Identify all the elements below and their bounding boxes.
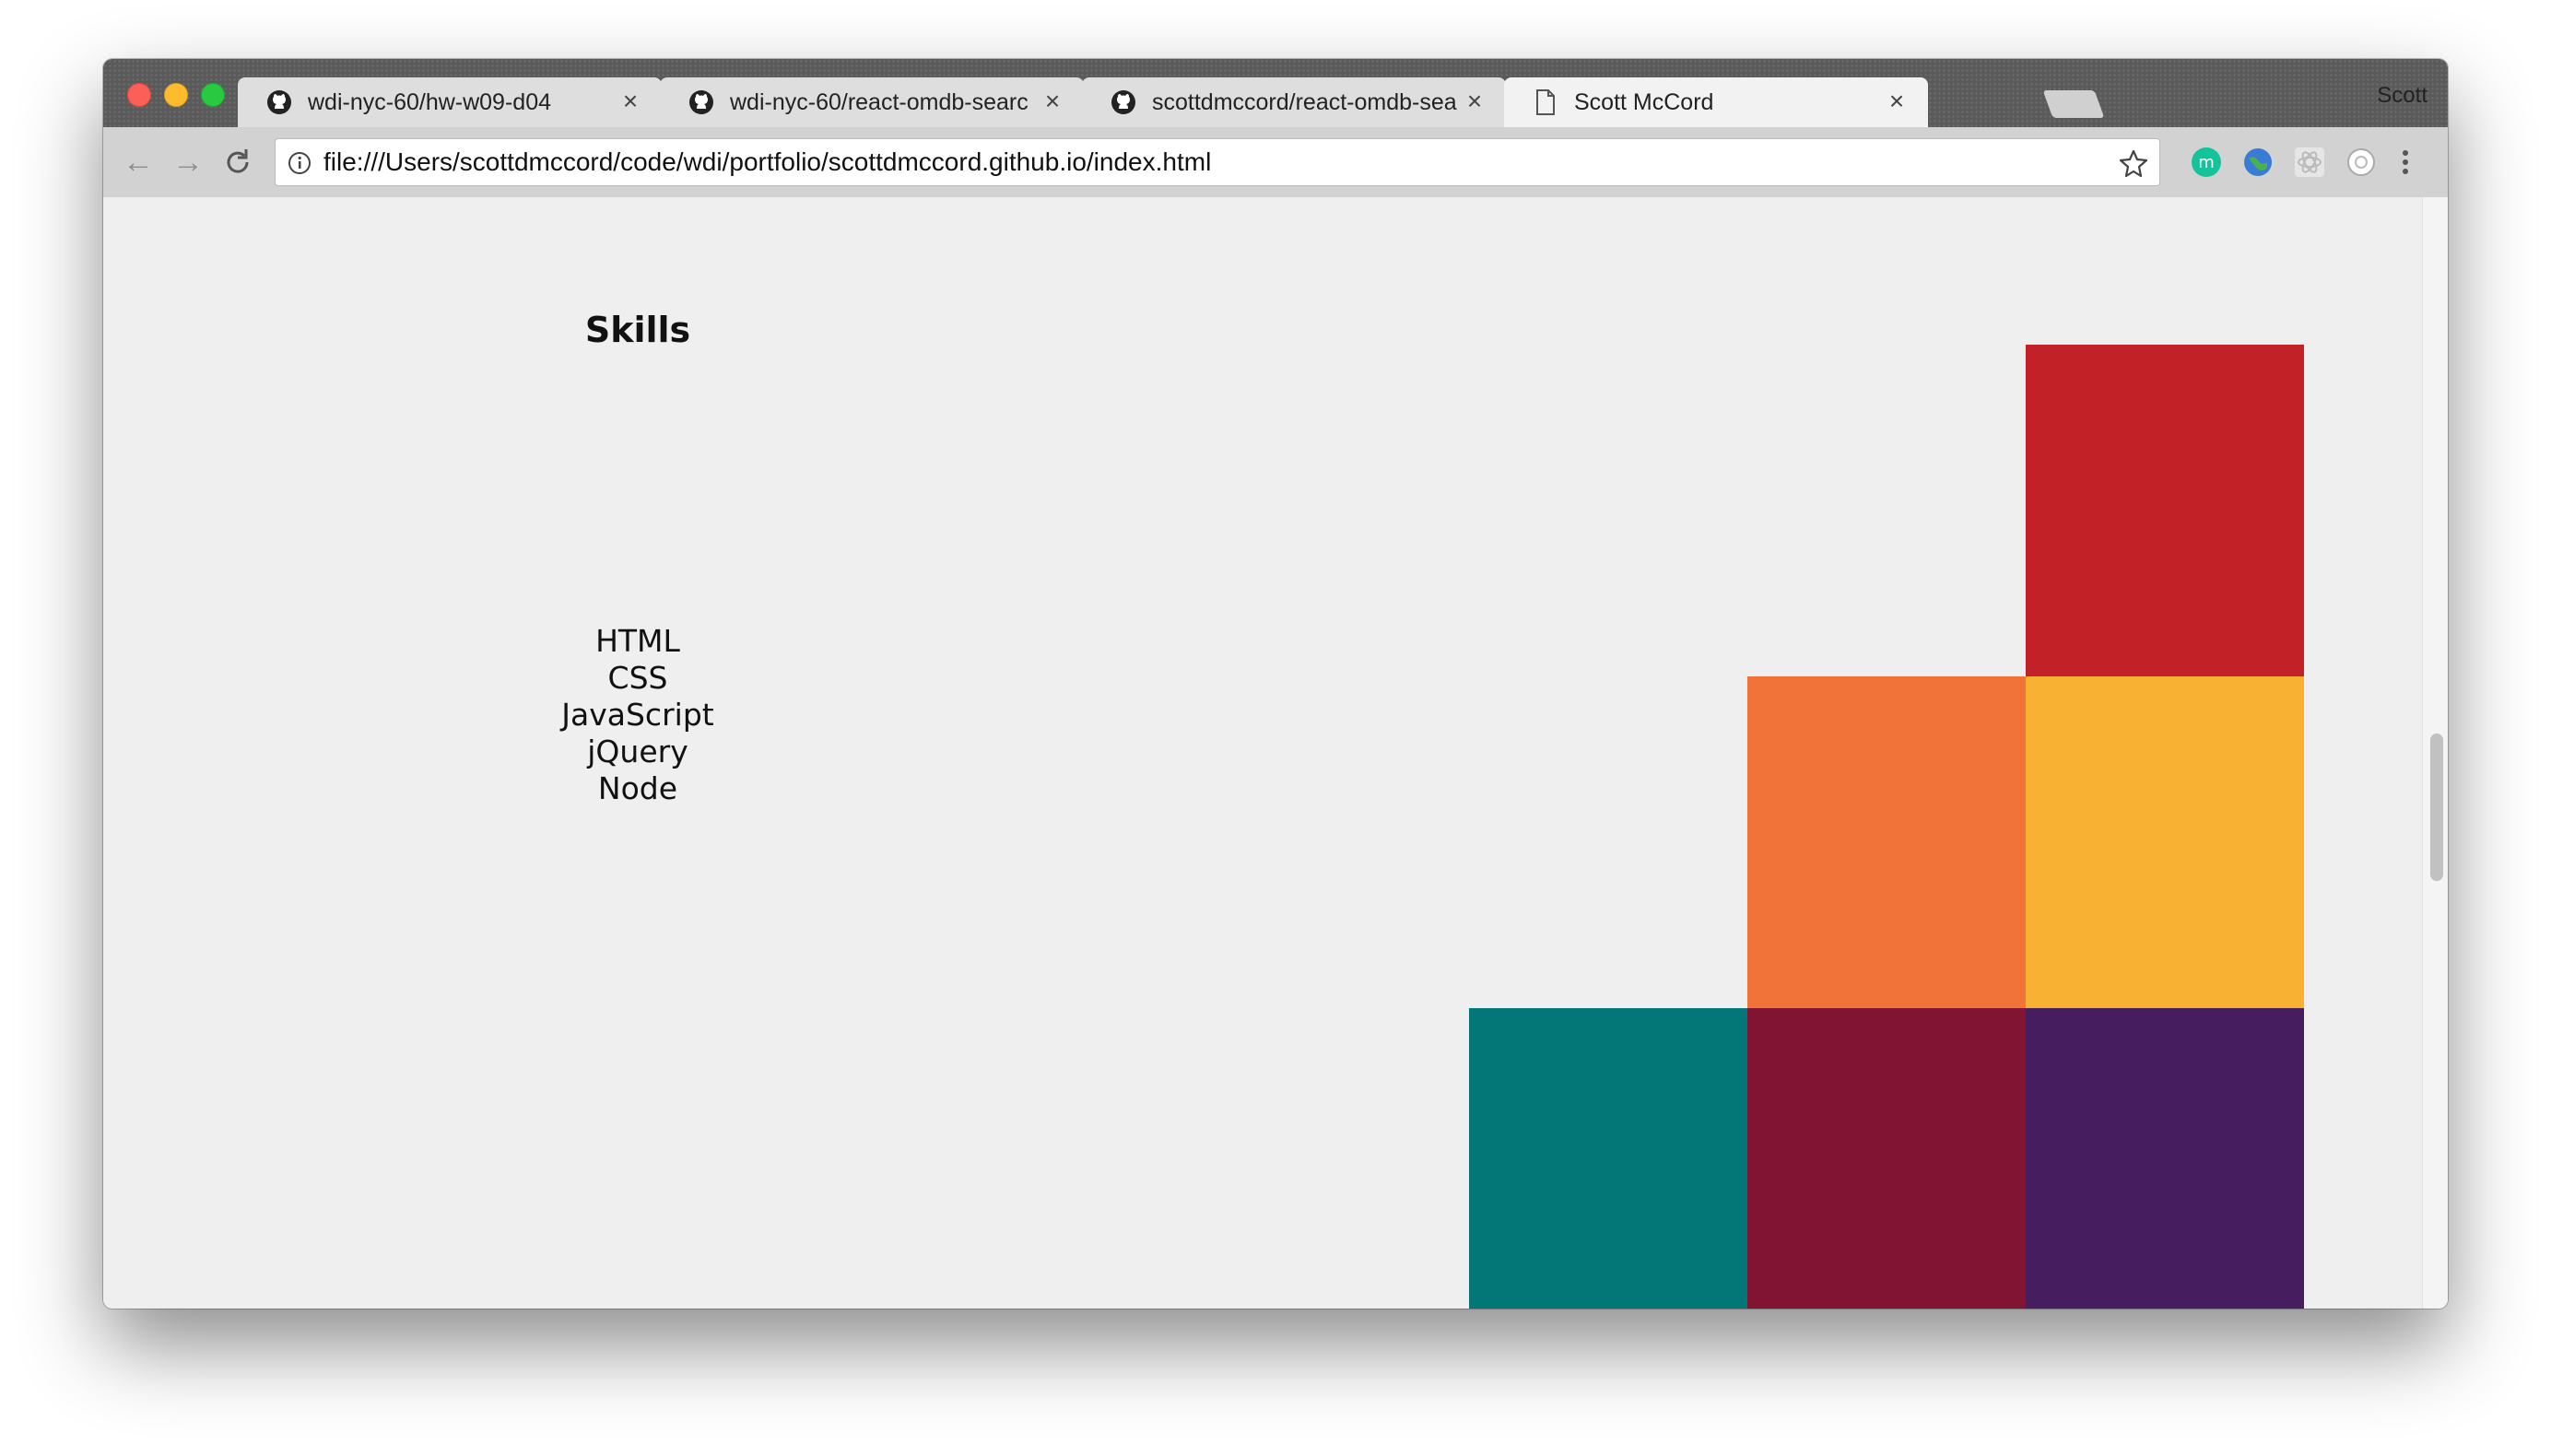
color-block-yellow	[2026, 676, 2304, 1008]
tab-3[interactable]: scottdmccord/react-omdb-sea ×	[1082, 77, 1506, 127]
document-icon	[1532, 88, 1559, 116]
color-block-teal	[1469, 1008, 1747, 1309]
forward-arrow-icon[interactable]: →	[170, 144, 206, 181]
new-tab-button[interactable]	[2042, 90, 2105, 118]
scrollbar-thumb[interactable]	[2430, 734, 2443, 881]
browser-toolbar: ← → m	[103, 127, 2448, 199]
svg-text:m: m	[2198, 153, 2215, 172]
tab-close-icon[interactable]: ×	[1041, 88, 1064, 114]
bookmark-star-icon[interactable]	[2119, 148, 2148, 178]
info-icon[interactable]	[287, 150, 312, 176]
circle-extension-icon[interactable]	[2345, 146, 2378, 179]
skills-heading: Skills	[584, 310, 691, 350]
skill-item: JavaScript	[561, 697, 714, 733]
menu-dots-icon[interactable]	[2396, 146, 2415, 179]
window-close-button[interactable]	[127, 83, 151, 107]
tab-close-icon[interactable]: ×	[1464, 88, 1486, 114]
skill-item: CSS	[607, 660, 668, 696]
tab-2[interactable]: wdi-nyc-60/react-omdb-searc ×	[660, 77, 1084, 127]
window-maximize-button[interactable]	[201, 83, 225, 107]
color-block-maroon	[1747, 1008, 2026, 1309]
url-input[interactable]	[323, 145, 2075, 180]
skill-item: Node	[597, 770, 678, 806]
color-block-purple	[2026, 1008, 2304, 1309]
browser-window: wdi-nyc-60/hw-w09-d04 × wdi-nyc-60/react…	[103, 59, 2448, 1309]
title-bar: wdi-nyc-60/hw-w09-d04 × wdi-nyc-60/react…	[103, 59, 2448, 127]
vertical-scrollbar[interactable]	[2422, 197, 2448, 1309]
window-minimize-button[interactable]	[164, 83, 188, 107]
tab-close-icon[interactable]: ×	[619, 88, 641, 114]
github-icon	[1110, 88, 1137, 116]
back-arrow-icon[interactable]: ←	[120, 144, 157, 181]
github-icon	[265, 88, 293, 116]
profile-name[interactable]: Scott	[2377, 83, 2428, 109]
color-block-orange	[1747, 676, 2026, 1008]
tab-label: wdi-nyc-60/react-omdb-searc	[730, 88, 1029, 115]
tab-label: scottdmccord/react-omdb-sea	[1152, 88, 1457, 115]
globe-icon[interactable]	[2241, 146, 2275, 179]
tab-label: wdi-nyc-60/hw-w09-d04	[308, 88, 552, 115]
grammarly-icon[interactable]: m	[2190, 146, 2223, 179]
react-devtools-icon[interactable]	[2293, 146, 2326, 179]
tab-close-icon[interactable]: ×	[1886, 88, 1908, 114]
github-icon	[688, 88, 715, 116]
tab-4-active[interactable]: Scott McCord ×	[1504, 77, 1928, 127]
address-bar[interactable]	[275, 138, 2160, 186]
color-block-red	[2026, 345, 2304, 676]
skill-item: jQuery	[587, 734, 688, 769]
tab-label: Scott McCord	[1574, 88, 1714, 115]
tab-1[interactable]: wdi-nyc-60/hw-w09-d04 ×	[238, 77, 662, 127]
page-content: Skills HTML CSS JavaScript jQuery Node	[103, 197, 2422, 1309]
skills-list: HTML CSS JavaScript jQuery Node	[527, 623, 748, 807]
reload-icon[interactable]	[219, 144, 256, 181]
skill-item: HTML	[595, 623, 680, 659]
